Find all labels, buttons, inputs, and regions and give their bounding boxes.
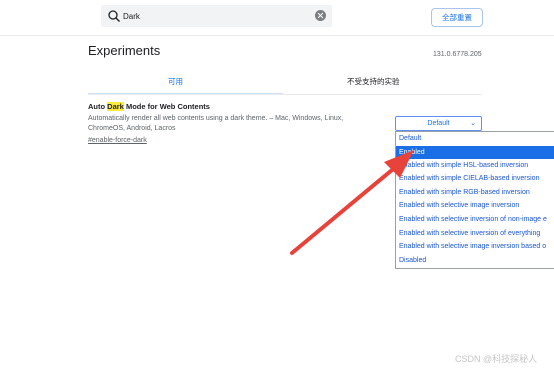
option-selective-image-inversion-based[interactable]: Enabled with selective image inversion b… [396, 240, 554, 253]
tab-available[interactable]: 可用 [168, 76, 183, 87]
option-rgb-inversion[interactable]: Enabled with simple RGB-based inversion [396, 186, 554, 199]
option-default[interactable]: Default [396, 132, 554, 145]
option-selective-image-inversion[interactable]: Enabled with selective image inversion [396, 199, 554, 212]
option-enabled[interactable]: Enabled [396, 146, 554, 159]
top-bar: 全部重置 [0, 0, 554, 36]
experiment-link[interactable]: #enable-force-dark [88, 137, 147, 144]
tab-active-indicator [88, 93, 283, 94]
watermark: CSDN @科技探秘人 [455, 354, 538, 364]
experiment-select[interactable]: Default ⌄ [395, 116, 482, 131]
experiment-title-suffix: Mode for Web Contents [123, 102, 210, 111]
experiment-title: Auto Dark Mode for Web Contents [88, 102, 210, 111]
option-disabled[interactable]: Disabled [396, 254, 554, 267]
version-label: 131.0.6778.205 [433, 51, 482, 58]
dropdown-menu: Default Enabled Enabled with simple HSL-… [395, 131, 554, 269]
option-selective-everything-inversion[interactable]: Enabled with selective inversion of ever… [396, 227, 554, 240]
tab-divider [88, 94, 482, 95]
search-icon [108, 10, 120, 22]
option-hsl-inversion[interactable]: Enabled with simple HSL-based inversion [396, 159, 554, 172]
search-input[interactable] [123, 7, 303, 25]
select-value: Default [427, 120, 450, 127]
clear-icon[interactable] [315, 10, 326, 21]
experiment-description: Automatically render all web contents us… [88, 115, 344, 132]
option-selective-non-image-inversion[interactable]: Enabled with selective inversion of non-… [396, 213, 554, 226]
reset-all-button[interactable]: 全部重置 [431, 8, 483, 27]
page-title: Experiments [88, 43, 161, 58]
tab-unavailable[interactable]: 不受支持的实验 [347, 76, 400, 87]
search-box[interactable] [101, 5, 332, 27]
search-highlight: Dark [107, 102, 124, 111]
option-cielab-inversion[interactable]: Enabled with simple CIELAB-based inversi… [396, 172, 554, 185]
experiment-title-prefix: Auto [88, 102, 108, 111]
chevron-down-icon: ⌄ [470, 120, 476, 127]
